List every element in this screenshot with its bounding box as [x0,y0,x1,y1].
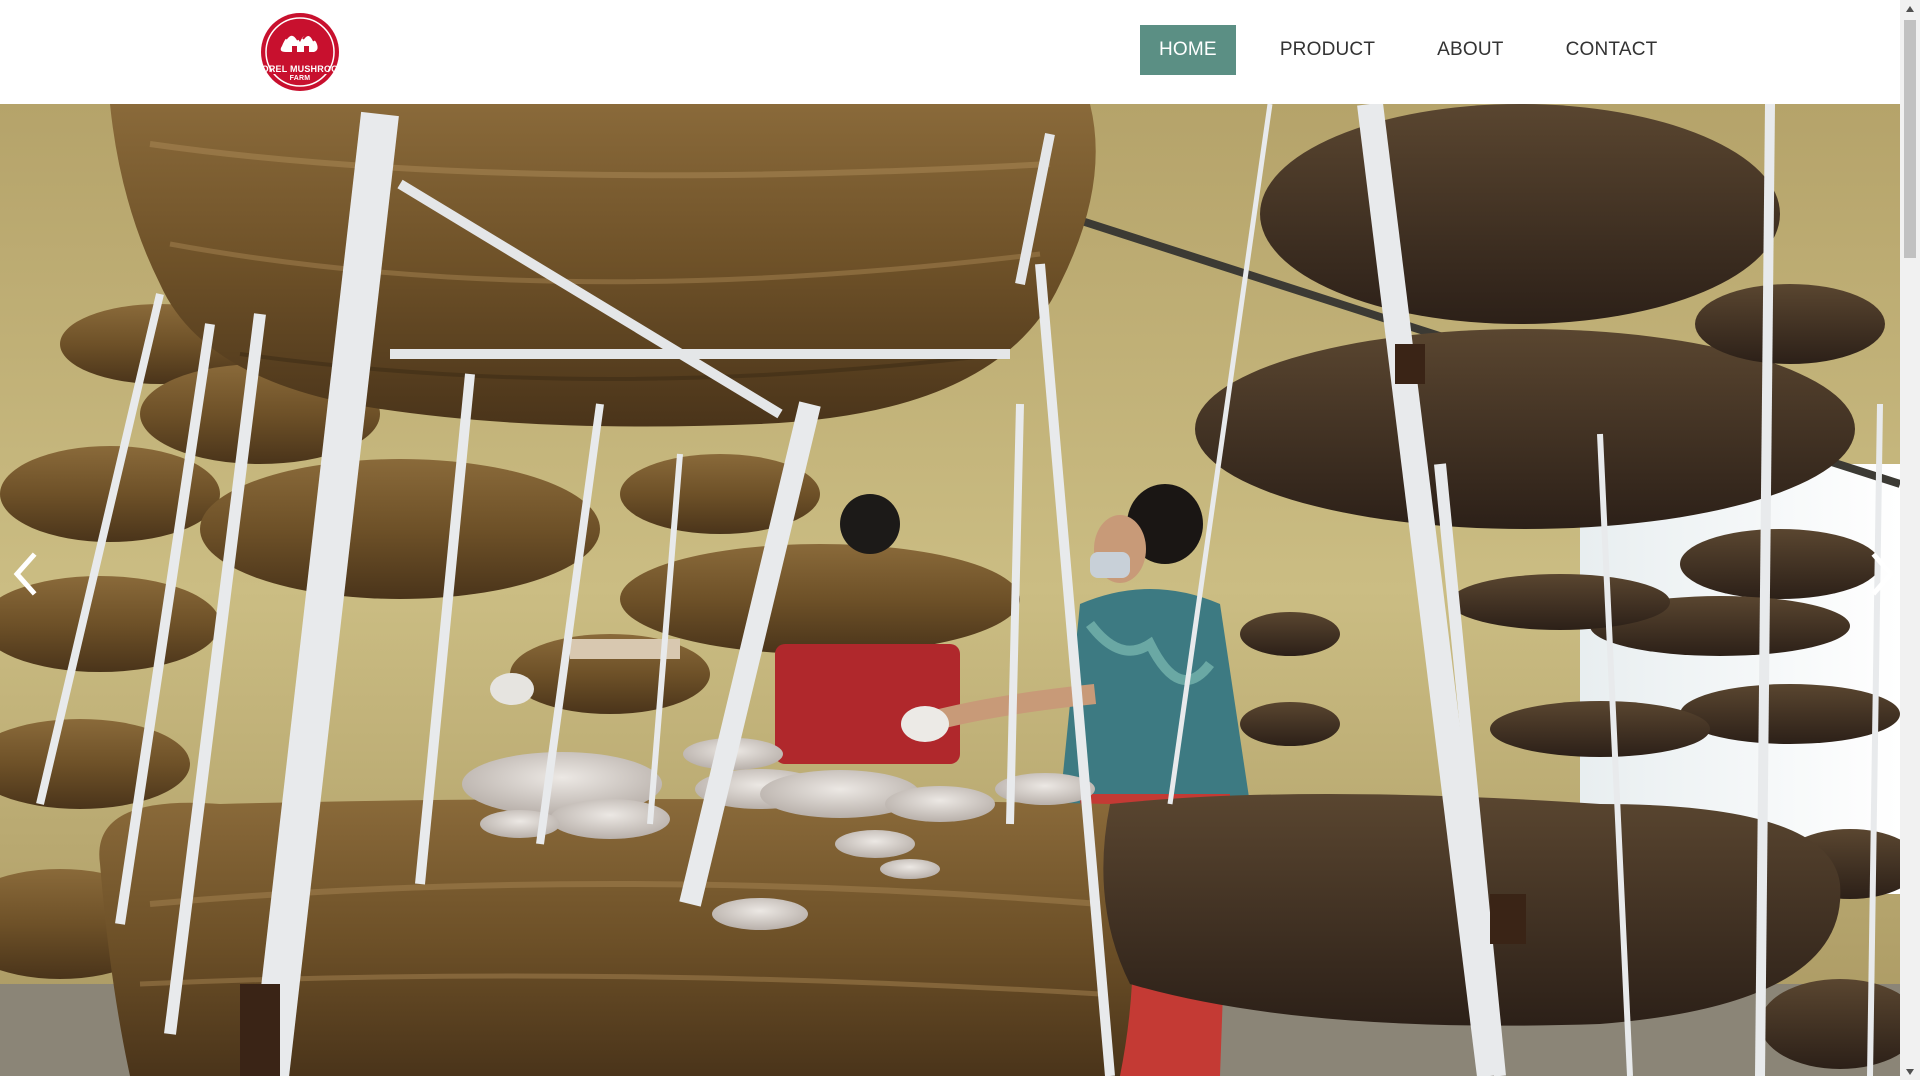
nav-product[interactable]: PRODUCT [1262,25,1393,75]
scrollbar-thumb[interactable] [1904,20,1916,258]
scroll-up-arrow-icon [1906,5,1914,12]
carousel-next-button[interactable] [1858,544,1900,604]
nav-contact[interactable]: CONTACT [1548,25,1676,75]
carousel-prev-button[interactable] [0,544,50,604]
logo-line-2: FARM [289,75,311,82]
site-logo[interactable]: MOREL MUSHROOM FARM [248,12,352,92]
logo-line-1: MOREL MUSHROOM [253,64,347,74]
mushroom-farm-photo [0,104,1900,1076]
site-header: MOREL MUSHROOM FARM HOME PRODUCT ABOUT C… [0,0,1900,104]
chevron-right-icon [1871,552,1895,596]
scroll-up-button[interactable] [1900,0,1920,17]
page: MOREL MUSHROOM FARM HOME PRODUCT ABOUT C… [0,0,1920,1080]
scroll-down-arrow-icon [1906,1068,1914,1075]
vertical-scrollbar[interactable] [1900,0,1920,1080]
nav-home[interactable]: HOME [1140,25,1236,75]
scroll-down-button[interactable] [1900,1063,1920,1080]
chevron-left-icon [13,552,37,596]
hero-carousel [0,104,1900,1076]
nav-about[interactable]: ABOUT [1419,25,1521,75]
page-bottom-edge [0,1076,1900,1080]
logo-text: MOREL MUSHROOM FARM [248,64,352,84]
main-nav: HOME PRODUCT ABOUT CONTACT [1140,25,1701,75]
